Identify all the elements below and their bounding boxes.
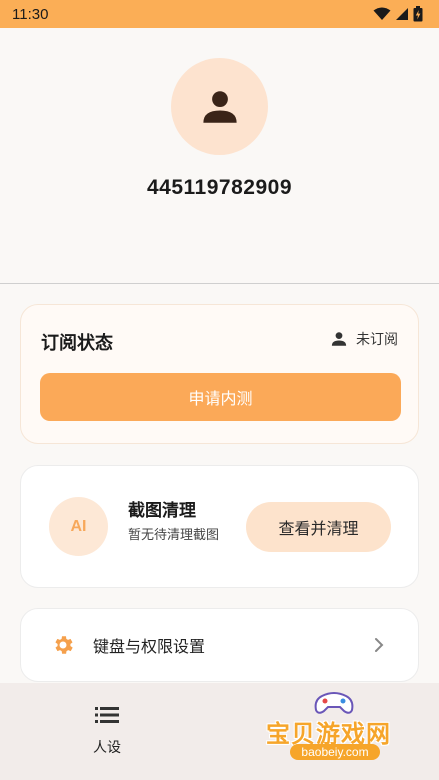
signal-icon [396,8,408,20]
screenshot-clean-title: 截图清理 [128,501,196,521]
ai-badge: AI [49,497,108,556]
screenshot-clean-card: AI 截图清理 暂无待清理截图 查看并清理 [20,465,419,588]
subscription-state: 未订阅 [330,329,398,349]
subscription-card: 订阅状态 未订阅 申请内测 [20,304,419,444]
avatar[interactable] [171,58,268,155]
list-icon [95,707,119,723]
subscription-state-label: 未订阅 [356,332,398,348]
watermark-domain: baobeiy.com [290,744,380,760]
wifi-icon [373,7,391,20]
profile-header: 445119782909 [0,28,439,284]
gamepad-icon [314,692,354,714]
person-icon [202,90,237,123]
chevron-right-icon [375,638,384,652]
status-icons [373,6,423,22]
watermark-logo: 宝贝游戏网 baobeiy.com [262,688,412,774]
view-and-clean-button[interactable]: 查看并清理 [246,502,391,552]
nav-item-label: 人设 [93,740,121,756]
nav-item-persona[interactable]: 人设 [62,707,152,757]
gear-icon [55,636,73,654]
person-icon [331,332,347,346]
user-id: 445119782909 [147,176,292,199]
keyboard-permission-settings[interactable]: 键盘与权限设置 [20,608,419,682]
subscription-title: 订阅状态 [41,333,113,354]
battery-icon [413,6,423,22]
apply-beta-button[interactable]: 申请内测 [40,373,401,421]
settings-label: 键盘与权限设置 [93,637,206,656]
screenshot-clean-description: 暂无待清理截图 [128,528,220,543]
status-bar: 11:30 [0,0,439,28]
status-time: 11:30 [12,5,49,23]
